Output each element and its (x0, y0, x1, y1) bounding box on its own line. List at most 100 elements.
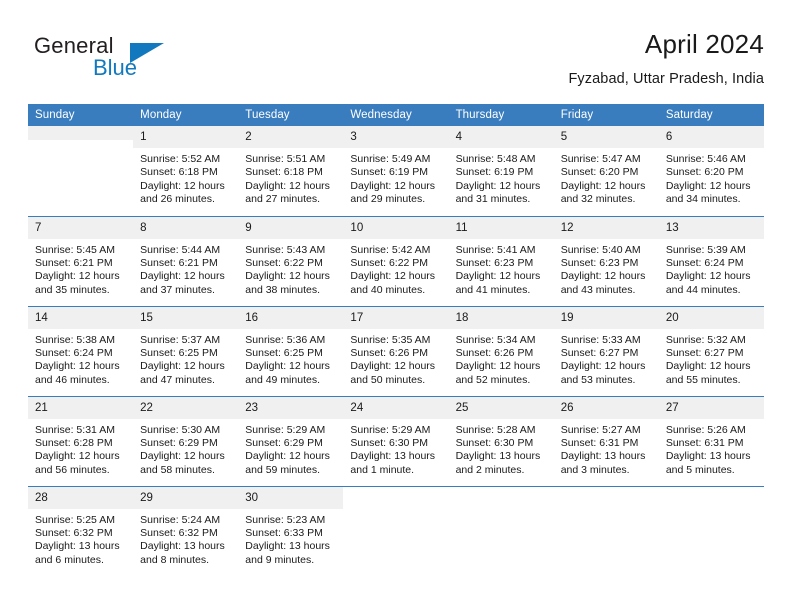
sunrise-text: Sunrise: 5:48 AM (455, 153, 536, 165)
calendar-day-cell[interactable]: 2 Sunrise: 5:51 AM Sunset: 6:18 PM Daylight… (238, 126, 344, 216)
calendar-day-cell[interactable]: 9 Sunrise: 5:43 AM Sunset: 6:22 PM Daylight… (238, 215, 344, 306)
day-details: Sunrise: 5:49 AM Sunset: 6:19 PM Daylight:… (343, 148, 448, 207)
calendar-day-cell[interactable]: 1 Sunrise: 5:52 AM Sunset: 6:18 PM Daylight… (133, 126, 239, 216)
calendar-day-cell[interactable]: 23 Sunrise: 5:29 AM Sunset: 6:29 PM Dayligh… (238, 395, 344, 486)
sunrise-text: Sunrise: 5:39 AM (665, 243, 746, 256)
calendar-day-cell[interactable]: 17 Sunrise: 5:35 AM Sunset: 6:26 PM Dayligh… (343, 305, 449, 396)
calendar-day-cell[interactable]: 5 Sunrise: 5:47 AM Sunset: 6:20 PM Daylight… (553, 126, 659, 216)
sunset-text: Sunset: 6:22 PM (350, 256, 429, 269)
calendar-day-cell[interactable]: 18 Sunrise: 5:34 AM Sunset: 6:26 PM Dayligh… (448, 305, 554, 396)
day-number: 23 (238, 396, 344, 419)
day-details: Sunrise: 5:30 AM Sunset: 6:29 PM Daylight:… (133, 419, 238, 478)
calendar-empty-cell (553, 485, 659, 576)
calendar-day-cell[interactable]: 16 Sunrise: 5:36 AM Sunset: 6:25 PM Dayligh… (238, 305, 344, 396)
weekday-header-monday: Monday (133, 104, 239, 126)
calendar-day-cell[interactable]: 4 Sunrise: 5:48 AM Sunset: 6:19 PM Daylight… (448, 126, 554, 216)
daylight-text-line2: and 1 minute. (350, 463, 415, 476)
daylight-text-line1: Daylight: 13 hours (245, 540, 330, 553)
page-header: General Blue April 2024 Fyzabad, Uttar P… (28, 28, 764, 94)
day-details: Sunrise: 5:38 AM Sunset: 6:24 PM Daylight:… (28, 329, 133, 388)
calendar-day-cell[interactable]: 7 Sunrise: 5:45 AM Sunset: 6:21 PM Daylight… (28, 215, 134, 306)
day-number (554, 487, 659, 501)
calendar-day-cell[interactable]: 13 Sunrise: 5:39 AM Sunset: 6:24 PM Dayligh… (658, 215, 764, 306)
day-number: 4 (448, 126, 554, 148)
sunset-text: Sunset: 6:20 PM (665, 166, 744, 179)
sunset-text: Sunset: 6:26 PM (455, 346, 534, 359)
calendar-day-cell[interactable]: 14 Sunrise: 5:38 AM Sunset: 6:24 PM Dayligh… (28, 305, 134, 396)
day-number: 29 (133, 486, 239, 509)
daylight-text-line2: and 27 minutes. (245, 193, 320, 206)
calendar-day-cell[interactable]: 24 Sunrise: 5:29 AM Sunset: 6:30 PM Dayligh… (343, 395, 449, 486)
calendar-day-cell[interactable]: 29 Sunrise: 5:24 AM Sunset: 6:32 PM Dayligh… (133, 485, 239, 576)
sunrise-text: Sunrise: 5:30 AM (140, 423, 221, 436)
day-details: Sunrise: 5:36 AM Sunset: 6:25 PM Daylight:… (238, 329, 343, 388)
sunrise-text: Sunrise: 5:29 AM (350, 423, 431, 436)
calendar-week-row: 14 Sunrise: 5:38 AM Sunset: 6:24 PM Dayligh… (28, 305, 764, 396)
sunrise-text: Sunrise: 5:49 AM (350, 153, 431, 165)
calendar-day-cell[interactable]: 21 Sunrise: 5:31 AM Sunset: 6:28 PM Dayligh… (28, 395, 134, 486)
daylight-text-line2: and 9 minutes. (245, 553, 315, 566)
daylight-text-line1: Daylight: 12 hours (560, 270, 646, 283)
sunset-text: Sunset: 6:33 PM (245, 526, 323, 539)
daylight-text-line1: Daylight: 12 hours (140, 270, 225, 283)
page-title: April 2024 (644, 29, 764, 59)
sunset-text: Sunset: 6:18 PM (140, 166, 218, 179)
day-number: 8 (133, 216, 239, 239)
day-number: 14 (28, 306, 134, 329)
calendar-day-cell[interactable]: 25 Sunrise: 5:28 AM Sunset: 6:30 PM Dayligh… (448, 395, 554, 486)
day-number: 24 (343, 396, 449, 419)
calendar-day-cell[interactable]: 15 Sunrise: 5:37 AM Sunset: 6:25 PM Dayligh… (133, 305, 239, 396)
day-details: Sunrise: 5:52 AM Sunset: 6:18 PM Daylight:… (133, 148, 238, 207)
sunrise-text: Sunrise: 5:46 AM (665, 153, 746, 165)
sunset-text: Sunset: 6:31 PM (665, 436, 744, 449)
calendar-day-cell[interactable]: 10 Sunrise: 5:42 AM Sunset: 6:22 PM Dayligh… (343, 215, 449, 306)
daylight-text-line1: Daylight: 12 hours (245, 270, 330, 283)
day-number: 2 (238, 126, 344, 148)
day-details: Sunrise: 5:47 AM Sunset: 6:20 PM Daylight:… (554, 148, 659, 207)
daylight-text-line2: and 44 minutes. (665, 283, 741, 296)
calendar-day-cell[interactable]: 22 Sunrise: 5:30 AM Sunset: 6:29 PM Dayligh… (133, 395, 239, 486)
sunset-text: Sunset: 6:30 PM (350, 436, 429, 449)
calendar-day-cell[interactable]: 19 Sunrise: 5:33 AM Sunset: 6:27 PM Dayligh… (553, 305, 659, 396)
day-number: 16 (238, 306, 344, 329)
day-number: 9 (238, 216, 344, 239)
calendar-day-cell[interactable]: 3 Sunrise: 5:49 AM Sunset: 6:19 PM Daylight… (343, 126, 449, 216)
sunrise-text: Sunrise: 5:52 AM (140, 153, 221, 165)
day-details: Sunrise: 5:26 AM Sunset: 6:31 PM Daylight:… (659, 419, 764, 478)
day-details: Sunrise: 5:41 AM Sunset: 6:23 PM Daylight:… (449, 239, 554, 298)
sunrise-text: Sunrise: 5:26 AM (665, 423, 746, 436)
sunset-text: Sunset: 6:19 PM (455, 166, 534, 179)
calendar-day-cell[interactable]: 28 Sunrise: 5:25 AM Sunset: 6:32 PM Dayligh… (28, 485, 134, 576)
day-number: 13 (658, 216, 764, 239)
general-blue-logo[interactable]: General Blue (34, 33, 184, 89)
daylight-text-line1: Daylight: 12 hours (245, 179, 330, 192)
weekday-header-sunday: Sunday (28, 104, 134, 126)
daylight-text-line1: Daylight: 13 hours (350, 450, 436, 463)
title-block: April 2024 Fyzabad, Uttar Pradesh, India (568, 28, 764, 89)
sunrise-text: Sunrise: 5:42 AM (350, 243, 431, 256)
calendar-day-cell[interactable]: 20 Sunrise: 5:32 AM Sunset: 6:27 PM Dayligh… (658, 305, 764, 396)
day-details: Sunrise: 5:46 AM Sunset: 6:20 PM Daylight:… (659, 148, 764, 207)
daylight-text-line2: and 49 minutes. (245, 373, 320, 386)
day-details: Sunrise: 5:40 AM Sunset: 6:23 PM Daylight:… (554, 239, 659, 298)
calendar-day-cell[interactable]: 12 Sunrise: 5:40 AM Sunset: 6:23 PM Dayligh… (553, 215, 659, 306)
day-details: Sunrise: 5:23 AM Sunset: 6:33 PM Daylight:… (238, 509, 343, 568)
calendar-day-cell[interactable]: 8 Sunrise: 5:44 AM Sunset: 6:21 PM Daylight… (133, 215, 239, 306)
daylight-text-line1: Daylight: 13 hours (560, 450, 646, 463)
calendar-day-cell[interactable]: 30 Sunrise: 5:23 AM Sunset: 6:33 PM Dayligh… (238, 485, 344, 576)
calendar-day-cell[interactable]: 26 Sunrise: 5:27 AM Sunset: 6:31 PM Dayligh… (553, 395, 659, 486)
daylight-text-line2: and 55 minutes. (665, 373, 741, 386)
calendar-day-cell[interactable]: 6 Sunrise: 5:46 AM Sunset: 6:20 PM Daylight… (658, 126, 764, 216)
daylight-text-line2: and 26 minutes. (140, 193, 215, 206)
sunset-text: Sunset: 6:18 PM (245, 166, 323, 179)
daylight-text-line2: and 52 minutes. (455, 373, 531, 386)
day-details: Sunrise: 5:51 AM Sunset: 6:18 PM Daylight:… (238, 148, 343, 207)
day-number: 18 (448, 306, 554, 329)
sunrise-text: Sunrise: 5:25 AM (35, 513, 115, 526)
sunrise-text: Sunrise: 5:38 AM (35, 333, 115, 346)
calendar-day-cell[interactable]: 27 Sunrise: 5:26 AM Sunset: 6:31 PM Dayligh… (658, 395, 764, 486)
day-number: 12 (553, 216, 659, 239)
calendar-empty-cell (343, 485, 449, 576)
calendar-day-cell[interactable]: 11 Sunrise: 5:41 AM Sunset: 6:23 PM Dayligh… (448, 215, 554, 306)
daylight-text-line1: Daylight: 12 hours (350, 179, 436, 192)
